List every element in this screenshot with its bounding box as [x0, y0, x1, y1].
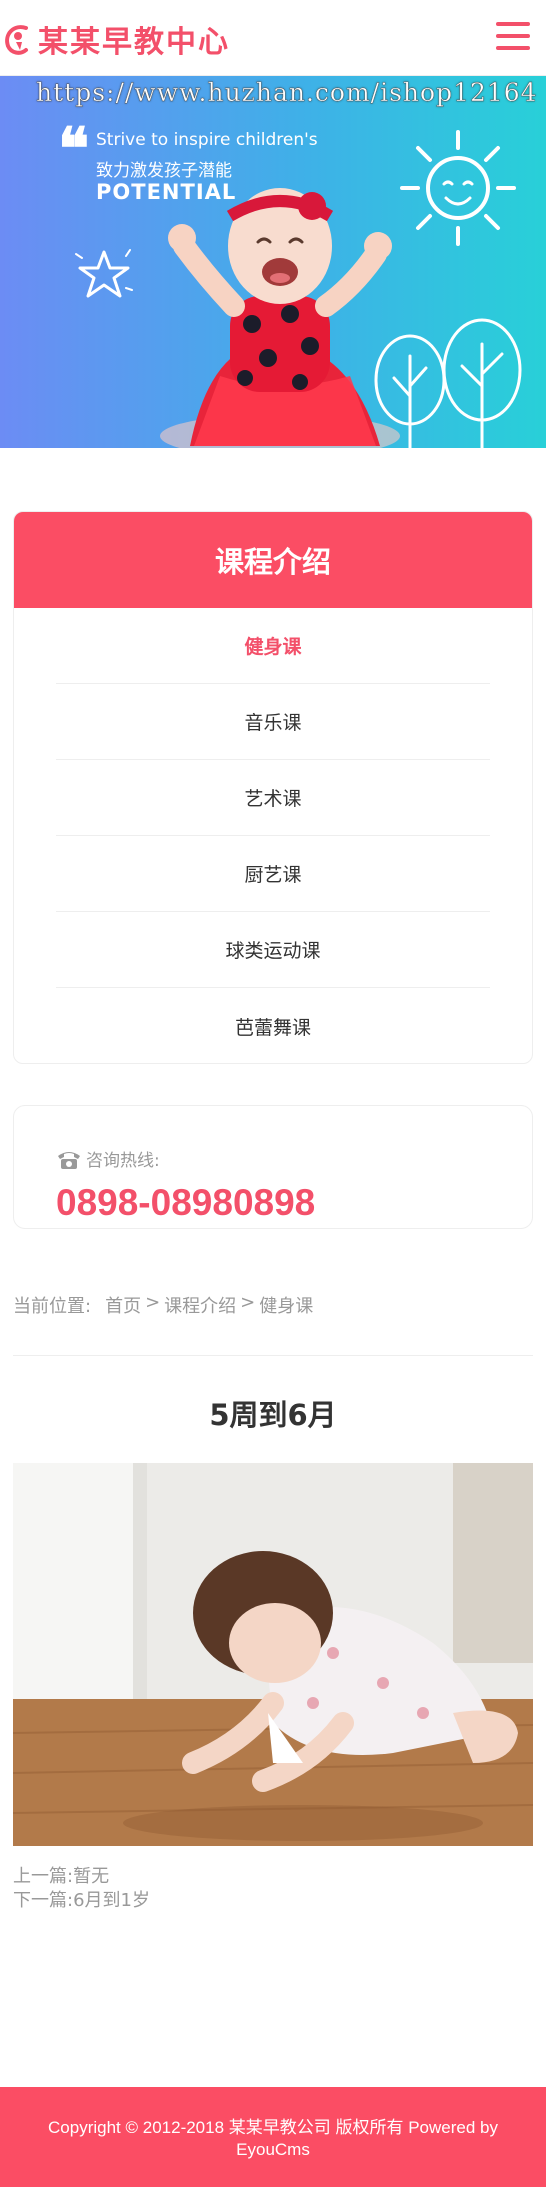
course-panel-title: 课程介绍 [214, 545, 331, 579]
course-list: 健身课 音乐课 艺术课 厨艺课 球类运动课 芭蕾舞课 [14, 608, 532, 1063]
article-image [13, 1463, 533, 1846]
breadcrumb-home-link[interactable]: 首页 [105, 1292, 141, 1318]
course-item-cooking[interactable]: 厨艺课 [56, 836, 490, 912]
sun-doodle-icon [400, 130, 516, 246]
course-panel-header: 课程介绍 [14, 512, 532, 608]
prev-article-row: 上一篇:暂无 [13, 1865, 150, 1889]
course-item-ballet[interactable]: 芭蕾舞课 [56, 988, 490, 1063]
breadcrumb-courses-link[interactable]: 课程介绍 [164, 1292, 236, 1318]
site-header: 某某早教中心 [0, 0, 546, 76]
course-item-ball-sports[interactable]: 球类运动课 [56, 912, 490, 988]
hero-banner: https://www.huzhan.com/ishop12164 ❝ Stri… [0, 76, 546, 448]
breadcrumb-separator: > [240, 1292, 256, 1313]
site-footer: Copyright © 2012-2018 某某早教公司 版权所有 Powere… [0, 2087, 546, 2187]
quote-icon: ❝ [58, 115, 90, 183]
star-doodle-icon [75, 249, 133, 298]
telephone-icon [58, 1151, 80, 1169]
next-article-row: 下一篇:6月到1岁 [13, 1889, 150, 1913]
course-item-music[interactable]: 音乐课 [56, 684, 490, 760]
next-article-label: 下一篇: [13, 1890, 74, 1911]
breadcrumb-label: 当前位置: [13, 1296, 92, 1317]
breadcrumb-current-link[interactable]: 健身课 [259, 1292, 313, 1318]
article-title: 5周到6月 [209, 1398, 337, 1432]
banner-tagline-en: Strive to inspire children's [96, 130, 318, 150]
crawling-baby-photo [13, 1463, 533, 1846]
hotline-label-row: 咨询热线: [56, 1146, 160, 1171]
divider [13, 1355, 533, 1356]
breadcrumb-separator: > [145, 1292, 161, 1313]
banner-tagline-cn: 致力激发孩子潜能 [96, 161, 232, 181]
hotline-box: 咨询热线: 0898-08980898 [13, 1105, 533, 1229]
course-item-art[interactable]: 艺术课 [56, 760, 490, 836]
logo-text: 某某早教中心 [38, 25, 230, 60]
banner-tagline-big: POTENTIAL [96, 180, 237, 204]
course-item-fitness[interactable]: 健身课 [56, 608, 490, 684]
hotline-number[interactable]: 0898-08980898 [56, 1182, 315, 1224]
logo[interactable]: 某某早教中心 [2, 20, 230, 60]
hamburger-menu-icon[interactable] [496, 22, 530, 52]
footer-copyright: Copyright © 2012-2018 某某早教公司 版权所有 Powere… [48, 2118, 498, 2159]
next-article-link[interactable]: 6月到1岁 [73, 1890, 150, 1911]
watermark-text: https://www.huzhan.com/ishop12164 [36, 78, 538, 107]
hotline-label: 咨询热线: [86, 1151, 160, 1171]
prev-next-nav: 上一篇:暂无 下一篇:6月到1岁 [13, 1865, 150, 1913]
prev-article-label: 上一篇: [13, 1866, 74, 1887]
course-panel: 课程介绍 健身课 音乐课 艺术课 厨艺课 球类运动课 芭蕾舞课 [13, 511, 533, 1064]
prev-article-link[interactable]: 暂无 [73, 1866, 109, 1887]
breadcrumb: 当前位置: 首页 > 课程介绍 > 健身课 [13, 1292, 313, 1318]
logo-icon [5, 25, 28, 55]
